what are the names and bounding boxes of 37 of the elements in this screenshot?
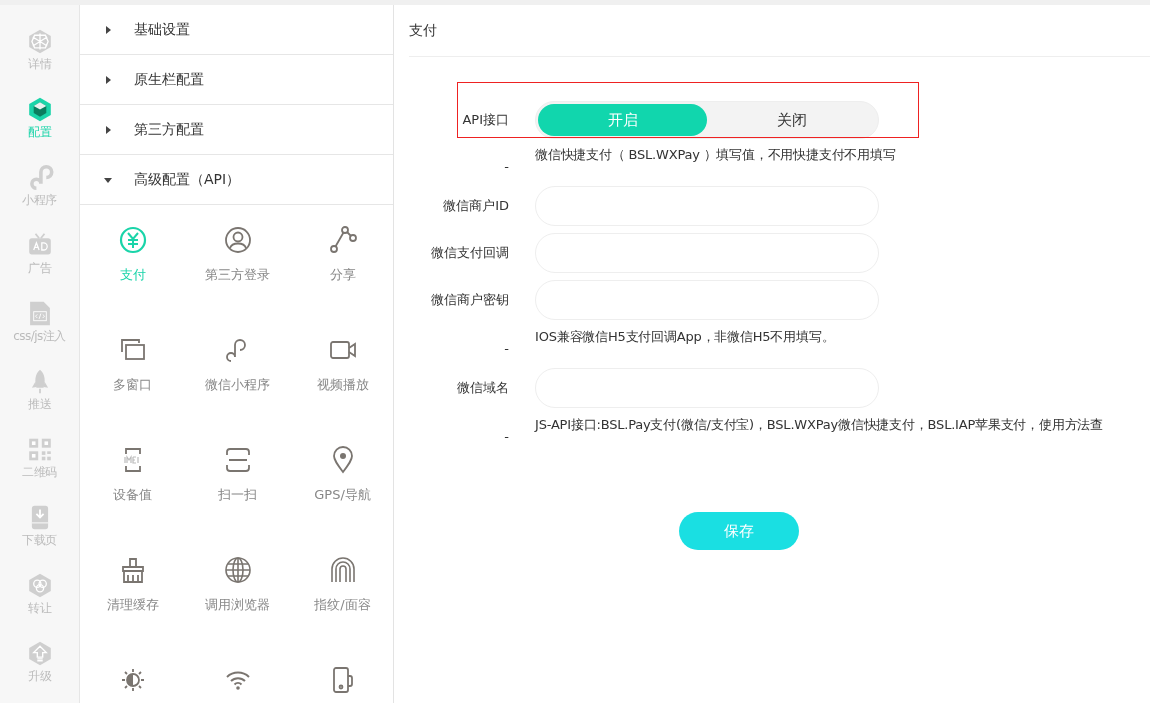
caret-right-icon: [104, 75, 112, 84]
field-label: 微信支付回调: [430, 244, 509, 262]
field-label: API接口: [461, 111, 509, 129]
menu-section[interactable]: 高级配置（API）: [80, 155, 393, 205]
hint-text: IOS兼容微信H5支付回调App，非微信H5不用填写。: [535, 328, 835, 346]
yuan-coin-icon: [117, 225, 148, 255]
field-label: 微信商户密钥: [430, 291, 509, 309]
panel-title: 支付: [409, 21, 437, 40]
menu-section[interactable]: 第三方配置: [80, 105, 393, 155]
menu-section[interactable]: 基础设置: [80, 5, 393, 55]
feature-item[interactable]: 微信小程序: [185, 315, 290, 425]
feature-item[interactable]: 视频播放: [290, 315, 393, 425]
feature-item[interactable]: 分享: [290, 205, 393, 315]
toggle-option[interactable]: 关闭: [707, 104, 876, 136]
user-circle-icon: [222, 225, 253, 255]
feature-item[interactable]: 多窗口: [80, 315, 185, 425]
dash-label: -: [503, 340, 509, 356]
dash-label: -: [503, 428, 509, 444]
menu-section[interactable]: 原生栏配置: [80, 55, 393, 105]
feature-item[interactable]: 支付: [80, 205, 185, 315]
feature-item[interactable]: 调用浏览器: [185, 535, 290, 645]
field-label: 微信域名: [456, 379, 509, 397]
field-label: 微信商户ID: [442, 197, 509, 215]
feature-item[interactable]: 第三方登录: [185, 205, 290, 315]
feature-item[interactable]: 清理缓存: [80, 535, 185, 645]
dash-label: -: [503, 158, 509, 174]
globe-icon: [222, 555, 253, 585]
feature-item[interactable]: GPS/导航: [290, 425, 393, 535]
feature-item[interactable]: 指纹/面容: [290, 535, 393, 645]
caret-right-icon: [104, 25, 112, 34]
caret-down-icon: [104, 175, 112, 184]
feature-item[interactable]: 扫一扫: [185, 425, 290, 535]
hint-text: JS-API接口:BSL.Pay支付(微信/支付宝)，BSL.WXPay微信快捷支付，BSL.IAP苹果支付，使用方法查: [535, 416, 1104, 434]
caret-right-icon: [104, 125, 112, 134]
feature-item[interactable]: 设备值: [80, 425, 185, 535]
hint-text: 微信快捷支付（ BSL.WXPay ）填写值，不用快捷支付不用填写: [535, 146, 896, 164]
share-icon: [327, 225, 358, 255]
